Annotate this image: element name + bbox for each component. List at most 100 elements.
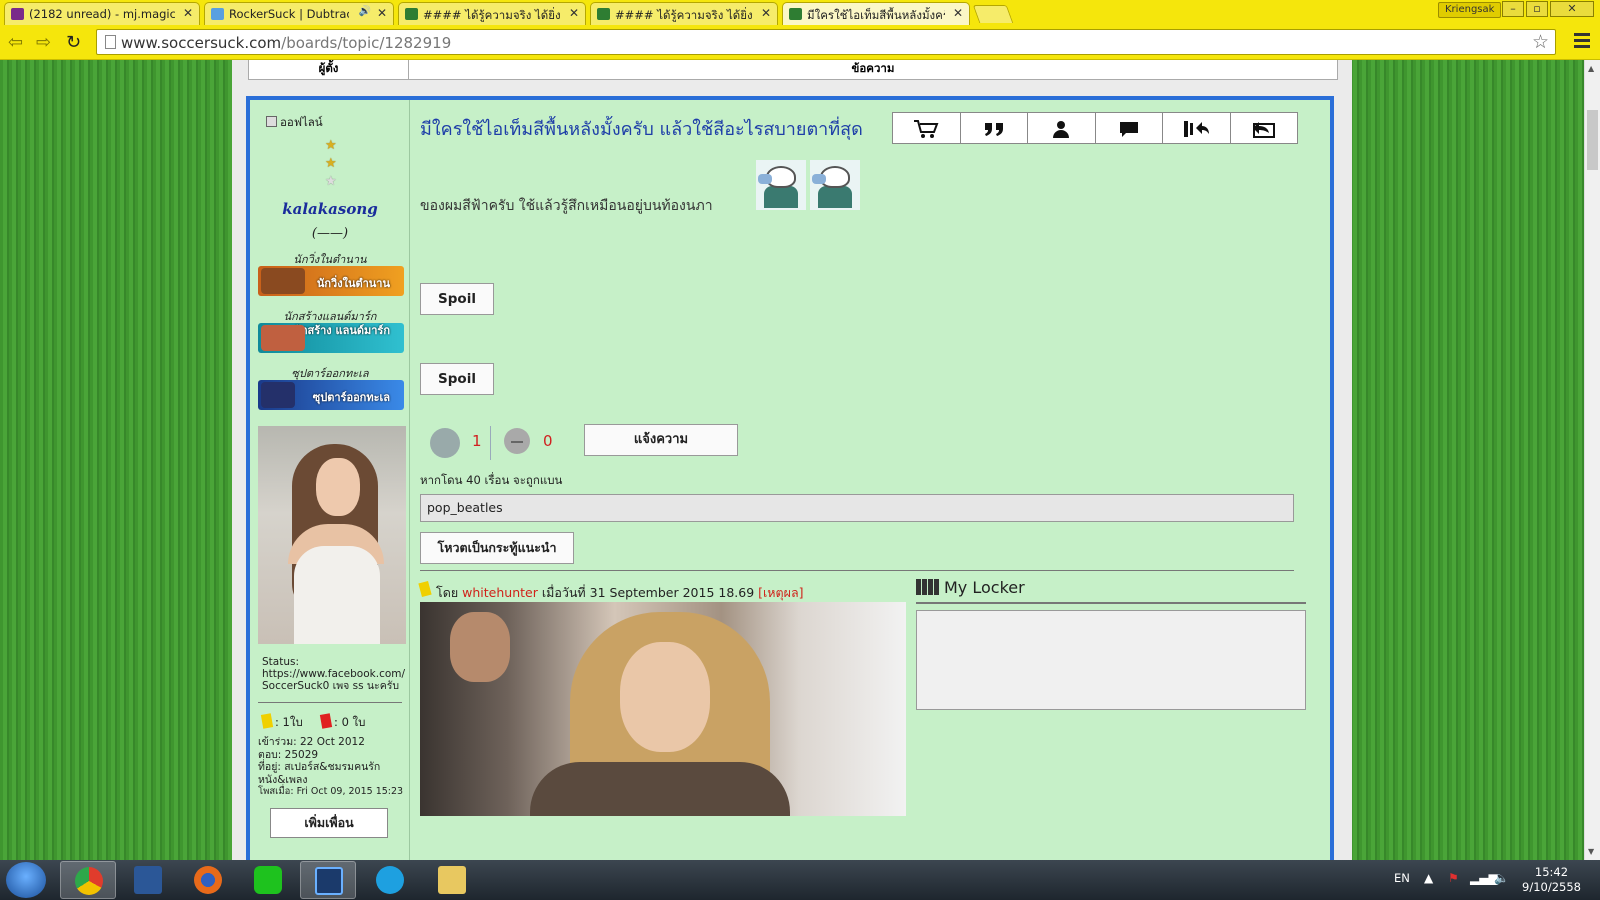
user-meta: เข้าร่วม: 22 Oct 2012 ตอบ: 25029 ที่อยู่… bbox=[258, 736, 408, 799]
spoil-button[interactable]: Spoil bbox=[420, 363, 494, 395]
clock-time: 15:42 bbox=[1534, 865, 1569, 879]
profile-button[interactable] bbox=[1027, 112, 1095, 144]
card-issuer-link[interactable]: whitehunter bbox=[462, 585, 538, 600]
back-button[interactable] bbox=[1229, 112, 1298, 144]
badge-figure-icon bbox=[261, 325, 305, 351]
location: ที่อยู่: สเปอร์ส&ชมรมคนรักหนัง&เพลง bbox=[258, 761, 381, 786]
post-action-bar bbox=[892, 112, 1298, 144]
recommend-vote-button[interactable]: โหวตเป็นกระทู้แนะนำ bbox=[420, 532, 574, 564]
avatar[interactable] bbox=[258, 426, 406, 644]
maximize-icon[interactable]: ▫ bbox=[1526, 1, 1548, 17]
taskbar-firefox[interactable] bbox=[180, 861, 236, 899]
word-icon bbox=[134, 866, 162, 894]
reply-button[interactable] bbox=[1162, 112, 1230, 144]
photoshop-icon bbox=[315, 867, 343, 895]
close-tab-icon[interactable]: ✕ bbox=[953, 6, 963, 20]
spoil-button[interactable]: Spoil bbox=[420, 283, 494, 315]
red-card-icon bbox=[319, 713, 333, 729]
tab-label: มีใครใช้ไอเท็มสีพื้นหลังมั้งครับ bbox=[807, 8, 945, 22]
message-icon bbox=[1119, 122, 1138, 137]
tab-label: #### ได้รู้ความจริง ได้ยิ่งกว่า bbox=[423, 8, 561, 22]
cart-icon bbox=[914, 120, 939, 138]
username[interactable]: kalakasong bbox=[250, 200, 410, 218]
reload-icon[interactable]: ↻ bbox=[66, 32, 81, 53]
user-info-column: ออฟไลน์ ★ ★ ★ kalakasong (——) นักวิ่งในต… bbox=[250, 100, 410, 860]
taskbar-explorer[interactable] bbox=[424, 861, 480, 899]
bookmark-star-icon[interactable]: ☆ bbox=[1532, 31, 1549, 53]
emoticon-icon bbox=[756, 160, 806, 210]
start-button[interactable] bbox=[6, 862, 46, 898]
profile-badge[interactable]: Kriengsak bbox=[1438, 2, 1502, 18]
quote-button[interactable] bbox=[959, 112, 1027, 144]
new-tab-button[interactable] bbox=[972, 5, 1014, 23]
skype-icon bbox=[376, 866, 404, 894]
divider bbox=[420, 570, 1294, 571]
tab-dubtrack[interactable]: RockerSuck | Dubtrack 🔊 ✕ bbox=[204, 2, 394, 25]
taskbar-word[interactable] bbox=[120, 861, 176, 899]
profile-icon bbox=[1053, 121, 1070, 138]
divider bbox=[258, 702, 402, 703]
tab-mail[interactable]: (2182 unread) - mj.magica ✕ bbox=[4, 2, 200, 25]
rank-star-icon: ★ bbox=[325, 138, 337, 153]
action-center-flag-icon[interactable]: ⚑ bbox=[1448, 871, 1459, 885]
message-button[interactable] bbox=[1094, 112, 1162, 144]
vertical-scrollbar[interactable]: ▲ ▼ bbox=[1584, 60, 1600, 860]
yellow-card-icon bbox=[260, 713, 274, 729]
close-tab-icon[interactable]: ✕ bbox=[183, 6, 193, 20]
emoticon-icon bbox=[810, 160, 860, 210]
scroll-thumb[interactable] bbox=[1587, 110, 1598, 170]
reply-icon bbox=[1184, 121, 1210, 137]
close-tab-icon[interactable]: ✕ bbox=[569, 6, 579, 20]
badge-figure-icon bbox=[261, 268, 305, 294]
back-icon bbox=[1252, 122, 1275, 138]
firefox-icon bbox=[194, 866, 222, 894]
tab-label: #### ได้รู้ความจริง ได้ยิ่งกว่า bbox=[615, 8, 753, 22]
close-window-icon[interactable]: ✕ bbox=[1550, 1, 1594, 17]
rank-star-empty-icon: ★ bbox=[325, 174, 337, 189]
tab-topic-2[interactable]: #### ได้รู้ความจริง ได้ยิ่งกว่า ✕ bbox=[590, 2, 778, 25]
clock[interactable]: 15:42 9/10/2558 bbox=[1522, 865, 1581, 895]
card-reason-link[interactable]: [เหตุผล] bbox=[758, 585, 803, 600]
close-tab-icon[interactable]: ✕ bbox=[377, 6, 387, 20]
scroll-up-icon[interactable]: ▲ bbox=[1588, 64, 1594, 73]
tab-topic-active[interactable]: มีใครใช้ไอเท็มสีพื้นหลังมั้งครับ ✕ bbox=[782, 2, 970, 25]
taskbar-chrome[interactable] bbox=[60, 861, 116, 899]
my-locker-box bbox=[916, 610, 1306, 710]
taskbar-skype[interactable] bbox=[362, 861, 418, 899]
hamburger-menu-icon[interactable] bbox=[1574, 33, 1590, 51]
taskbar-photoshop[interactable] bbox=[300, 861, 356, 899]
like-face-icon[interactable] bbox=[430, 428, 460, 458]
audio-icon[interactable]: 🔊 bbox=[359, 6, 371, 17]
report-button[interactable]: แจ้งความ bbox=[584, 424, 738, 456]
divider bbox=[490, 426, 491, 460]
show-hidden-icons-icon[interactable]: ▲ bbox=[1424, 871, 1433, 885]
language-indicator[interactable]: EN bbox=[1394, 871, 1410, 885]
dislike-face-icon[interactable] bbox=[504, 428, 530, 454]
volume-icon[interactable]: 🔈 bbox=[1494, 871, 1509, 885]
card-counts: : 1ใบ : 0 ใบ bbox=[260, 713, 365, 732]
folder-icon bbox=[438, 866, 466, 894]
author-column-header: ผู้ตั้ง bbox=[249, 60, 409, 79]
close-tab-icon[interactable]: ✕ bbox=[761, 6, 771, 20]
add-friend-button[interactable]: เพิ่มเพื่อน bbox=[270, 808, 388, 838]
url-text: www.soccersuck.com/boards/topic/1282919 bbox=[121, 34, 452, 52]
scroll-down-icon[interactable]: ▼ bbox=[1588, 847, 1594, 856]
user-title: (——) bbox=[311, 226, 349, 241]
tab-label: RockerSuck | Dubtrack bbox=[229, 7, 349, 21]
tab-topic-1[interactable]: #### ได้รู้ความจริง ได้ยิ่งกว่า ✕ bbox=[398, 2, 586, 25]
cart-button[interactable] bbox=[892, 112, 960, 144]
online-status: ออฟไลน์ bbox=[266, 114, 323, 132]
minimize-icon[interactable]: – bbox=[1502, 1, 1524, 17]
my-locker-title: My Locker bbox=[916, 578, 1025, 597]
offline-indicator-icon bbox=[266, 116, 277, 127]
message-column: มีใครใช้ไอเท็มสีพื้นหลังมั้งครับ แล้วใช้… bbox=[410, 100, 1330, 860]
badge-legend-runner: นักวิ่งในตำนาน bbox=[258, 266, 404, 296]
taskbar-line[interactable] bbox=[240, 861, 296, 899]
back-arrow-icon[interactable]: ⇦ bbox=[8, 32, 23, 53]
soccersuck-favicon-icon bbox=[405, 8, 418, 20]
joined-date: เข้าร่วม: 22 Oct 2012 bbox=[258, 736, 365, 748]
address-bar[interactable]: www.soccersuck.com/boards/topic/1282919 … bbox=[96, 29, 1556, 55]
dubtrack-favicon-icon bbox=[211, 8, 224, 20]
forward-arrow-icon[interactable]: ⇨ bbox=[36, 32, 51, 53]
tab-label: (2182 unread) - mj.magica bbox=[29, 7, 175, 21]
